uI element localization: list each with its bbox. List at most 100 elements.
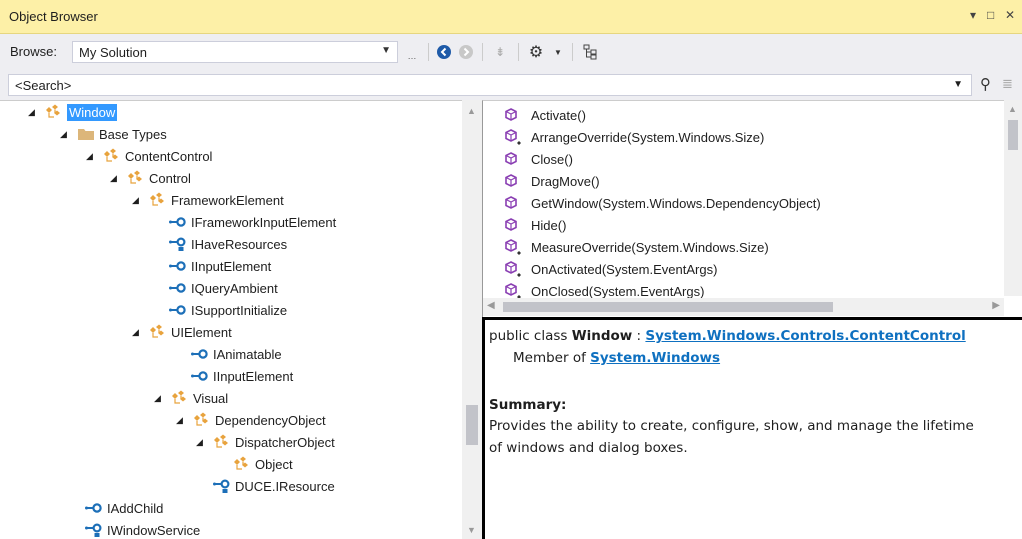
- declaration-line: public class Window : System.Windows.Con…: [489, 328, 966, 344]
- member-item[interactable]: GetWindow(System.Windows.DependencyObjec…: [503, 192, 821, 214]
- namespace-link[interactable]: System.Windows: [590, 350, 720, 366]
- scroll-left-icon[interactable]: ◀: [487, 300, 495, 311]
- search-icon[interactable]: ⚲: [980, 75, 991, 93]
- interface-icon: [168, 302, 188, 318]
- expand-collapse-icon[interactable]: ◢: [132, 327, 144, 338]
- tree-node-label: IHaveResources: [191, 236, 288, 252]
- folder-icon: [76, 126, 96, 142]
- tree-node[interactable]: IAddChild: [84, 497, 163, 519]
- tree-node-label: IWindowService: [107, 522, 201, 538]
- tree-node[interactable]: IInputElement: [168, 255, 271, 277]
- tree-node[interactable]: ◢ Control: [110, 167, 191, 189]
- scroll-up-icon[interactable]: ▲: [467, 106, 476, 116]
- search-placeholder: <Search>: [15, 78, 72, 93]
- toolbar-separator: [482, 43, 483, 61]
- interface-icon: [168, 214, 188, 230]
- tree-node[interactable]: DUCE.IResource: [212, 475, 335, 497]
- view-class-diagram-button[interactable]: [580, 42, 600, 62]
- scroll-up-icon[interactable]: ▲: [1008, 104, 1017, 114]
- forward-arrow-icon: [459, 45, 473, 59]
- tree-node[interactable]: ◢ ContentControl: [86, 145, 212, 167]
- class-icon: [148, 192, 168, 208]
- method-icon: [503, 173, 523, 189]
- member-item[interactable]: ArrangeOverride(System.Windows.Size): [503, 126, 764, 148]
- customize-scope-icon[interactable]: …: [402, 46, 422, 66]
- scrollbar-thumb[interactable]: [1008, 120, 1018, 150]
- tree-node[interactable]: ◢ Window: [28, 101, 118, 123]
- back-button[interactable]: [434, 42, 454, 62]
- tree-node-label: UIElement: [171, 324, 232, 340]
- tree-node-label: IInputElement: [191, 258, 272, 274]
- tree-node-label: ISupportInitialize: [191, 302, 288, 318]
- scroll-down-icon[interactable]: ▼: [467, 525, 476, 535]
- scrollbar-thumb[interactable]: [466, 405, 478, 445]
- member-item[interactable]: OnActivated(System.EventArgs): [503, 258, 717, 280]
- interface-icon: [168, 258, 188, 274]
- window-title: Object Browser: [9, 9, 98, 24]
- back-arrow-icon: [437, 45, 451, 59]
- settings-dropdown-icon[interactable]: ▼: [548, 42, 568, 62]
- chevron-down-icon[interactable]: ▼: [953, 79, 963, 90]
- tree-node[interactable]: Object: [232, 453, 293, 475]
- expand-collapse-icon[interactable]: ◢: [60, 129, 72, 140]
- declaration-separator: :: [632, 328, 646, 344]
- summary-heading-text: Summary:: [489, 397, 567, 413]
- expand-collapse-icon[interactable]: ◢: [176, 415, 188, 426]
- internal-interface-icon: [212, 478, 232, 494]
- member-item[interactable]: DragMove(): [503, 170, 600, 192]
- hierarchy-icon: [583, 44, 597, 60]
- tree-node[interactable]: ◢ UIElement: [132, 321, 232, 343]
- members-scrollbar[interactable]: ▲: [1004, 100, 1022, 296]
- scroll-right-icon[interactable]: ▶: [992, 300, 1000, 311]
- member-item[interactable]: Close(): [503, 148, 573, 170]
- summary-text-line: of windows and dialog boxes.: [489, 440, 688, 456]
- tree-node[interactable]: IWindowService: [84, 519, 200, 539]
- class-icon: [126, 170, 146, 186]
- maximize-icon[interactable]: □: [987, 8, 994, 22]
- class-icon: [148, 324, 168, 340]
- tree-node-label: IAnimatable: [213, 346, 282, 362]
- settings-gear-icon[interactable]: ⚙: [526, 42, 546, 62]
- tree-node[interactable]: IQueryAmbient: [168, 277, 278, 299]
- member-item[interactable]: MeasureOverride(System.Windows.Size): [503, 236, 769, 258]
- search-input[interactable]: <Search> ▼: [8, 74, 972, 96]
- member-label: MeasureOverride(System.Windows.Size): [531, 239, 769, 255]
- clear-search-icon[interactable]: ≣: [1002, 76, 1013, 92]
- tree-node[interactable]: ◢ Visual: [154, 387, 228, 409]
- interface-icon: [190, 346, 210, 362]
- browse-label: Browse:: [10, 44, 57, 59]
- tree-scrollbar[interactable]: ▲ ▼: [462, 100, 482, 539]
- tree-node[interactable]: ISupportInitialize: [168, 299, 287, 321]
- close-icon[interactable]: ✕: [1005, 8, 1015, 22]
- base-class-link[interactable]: System.Windows.Controls.ContentControl: [645, 328, 965, 344]
- tree-node[interactable]: ◢ FrameworkElement: [132, 189, 284, 211]
- expand-collapse-icon[interactable]: ◢: [110, 173, 122, 184]
- member-item[interactable]: Hide(): [503, 214, 566, 236]
- tree-node[interactable]: IFrameworkInputElement: [168, 211, 336, 233]
- tree-node-label: IFrameworkInputElement: [191, 214, 337, 230]
- forward-button[interactable]: [456, 42, 476, 62]
- member-item[interactable]: Activate(): [503, 104, 586, 126]
- tree-node[interactable]: ◢ DispatcherObject: [196, 431, 335, 453]
- expand-collapse-icon[interactable]: ◢: [28, 107, 40, 118]
- protected-method-icon: [503, 239, 523, 255]
- window-menu-icon[interactable]: ▾: [970, 8, 976, 22]
- expand-collapse-icon[interactable]: ◢: [132, 195, 144, 206]
- members-hscrollbar[interactable]: ◀ ▶: [483, 298, 1004, 316]
- member-label: GetWindow(System.Windows.DependencyObjec…: [531, 195, 821, 211]
- scrollbar-thumb[interactable]: [503, 302, 833, 312]
- tree-node[interactable]: IAnimatable: [190, 343, 282, 365]
- expand-collapse-icon[interactable]: ◢: [86, 151, 98, 162]
- tree-node[interactable]: IInputElement: [190, 365, 293, 387]
- class-name: Window: [571, 328, 633, 344]
- tree-node[interactable]: IHaveResources: [168, 233, 287, 255]
- tree-node[interactable]: ◢ DependencyObject: [176, 409, 326, 431]
- browse-scope-dropdown[interactable]: My Solution ▼: [72, 41, 398, 63]
- add-to-references-icon[interactable]: ⇟: [490, 42, 510, 62]
- expand-collapse-icon[interactable]: ◢: [196, 437, 208, 448]
- class-icon: [212, 434, 232, 450]
- expand-collapse-icon[interactable]: ◢: [154, 393, 166, 404]
- member-label: Hide(): [531, 217, 567, 233]
- class-icon: [192, 412, 212, 428]
- tree-node[interactable]: ◢ Base Types: [60, 123, 167, 145]
